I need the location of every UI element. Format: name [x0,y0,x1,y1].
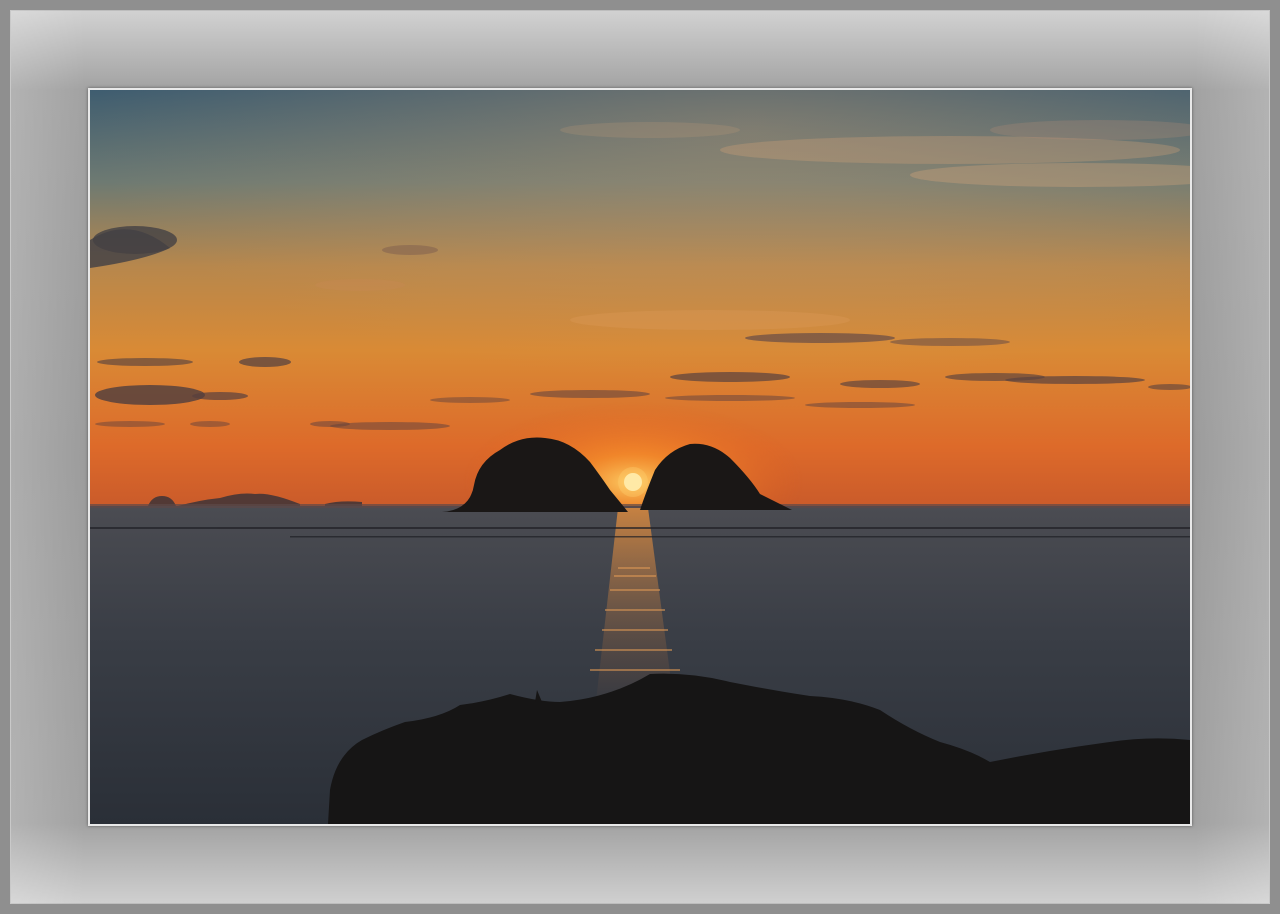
sunset-photo [90,90,1190,824]
